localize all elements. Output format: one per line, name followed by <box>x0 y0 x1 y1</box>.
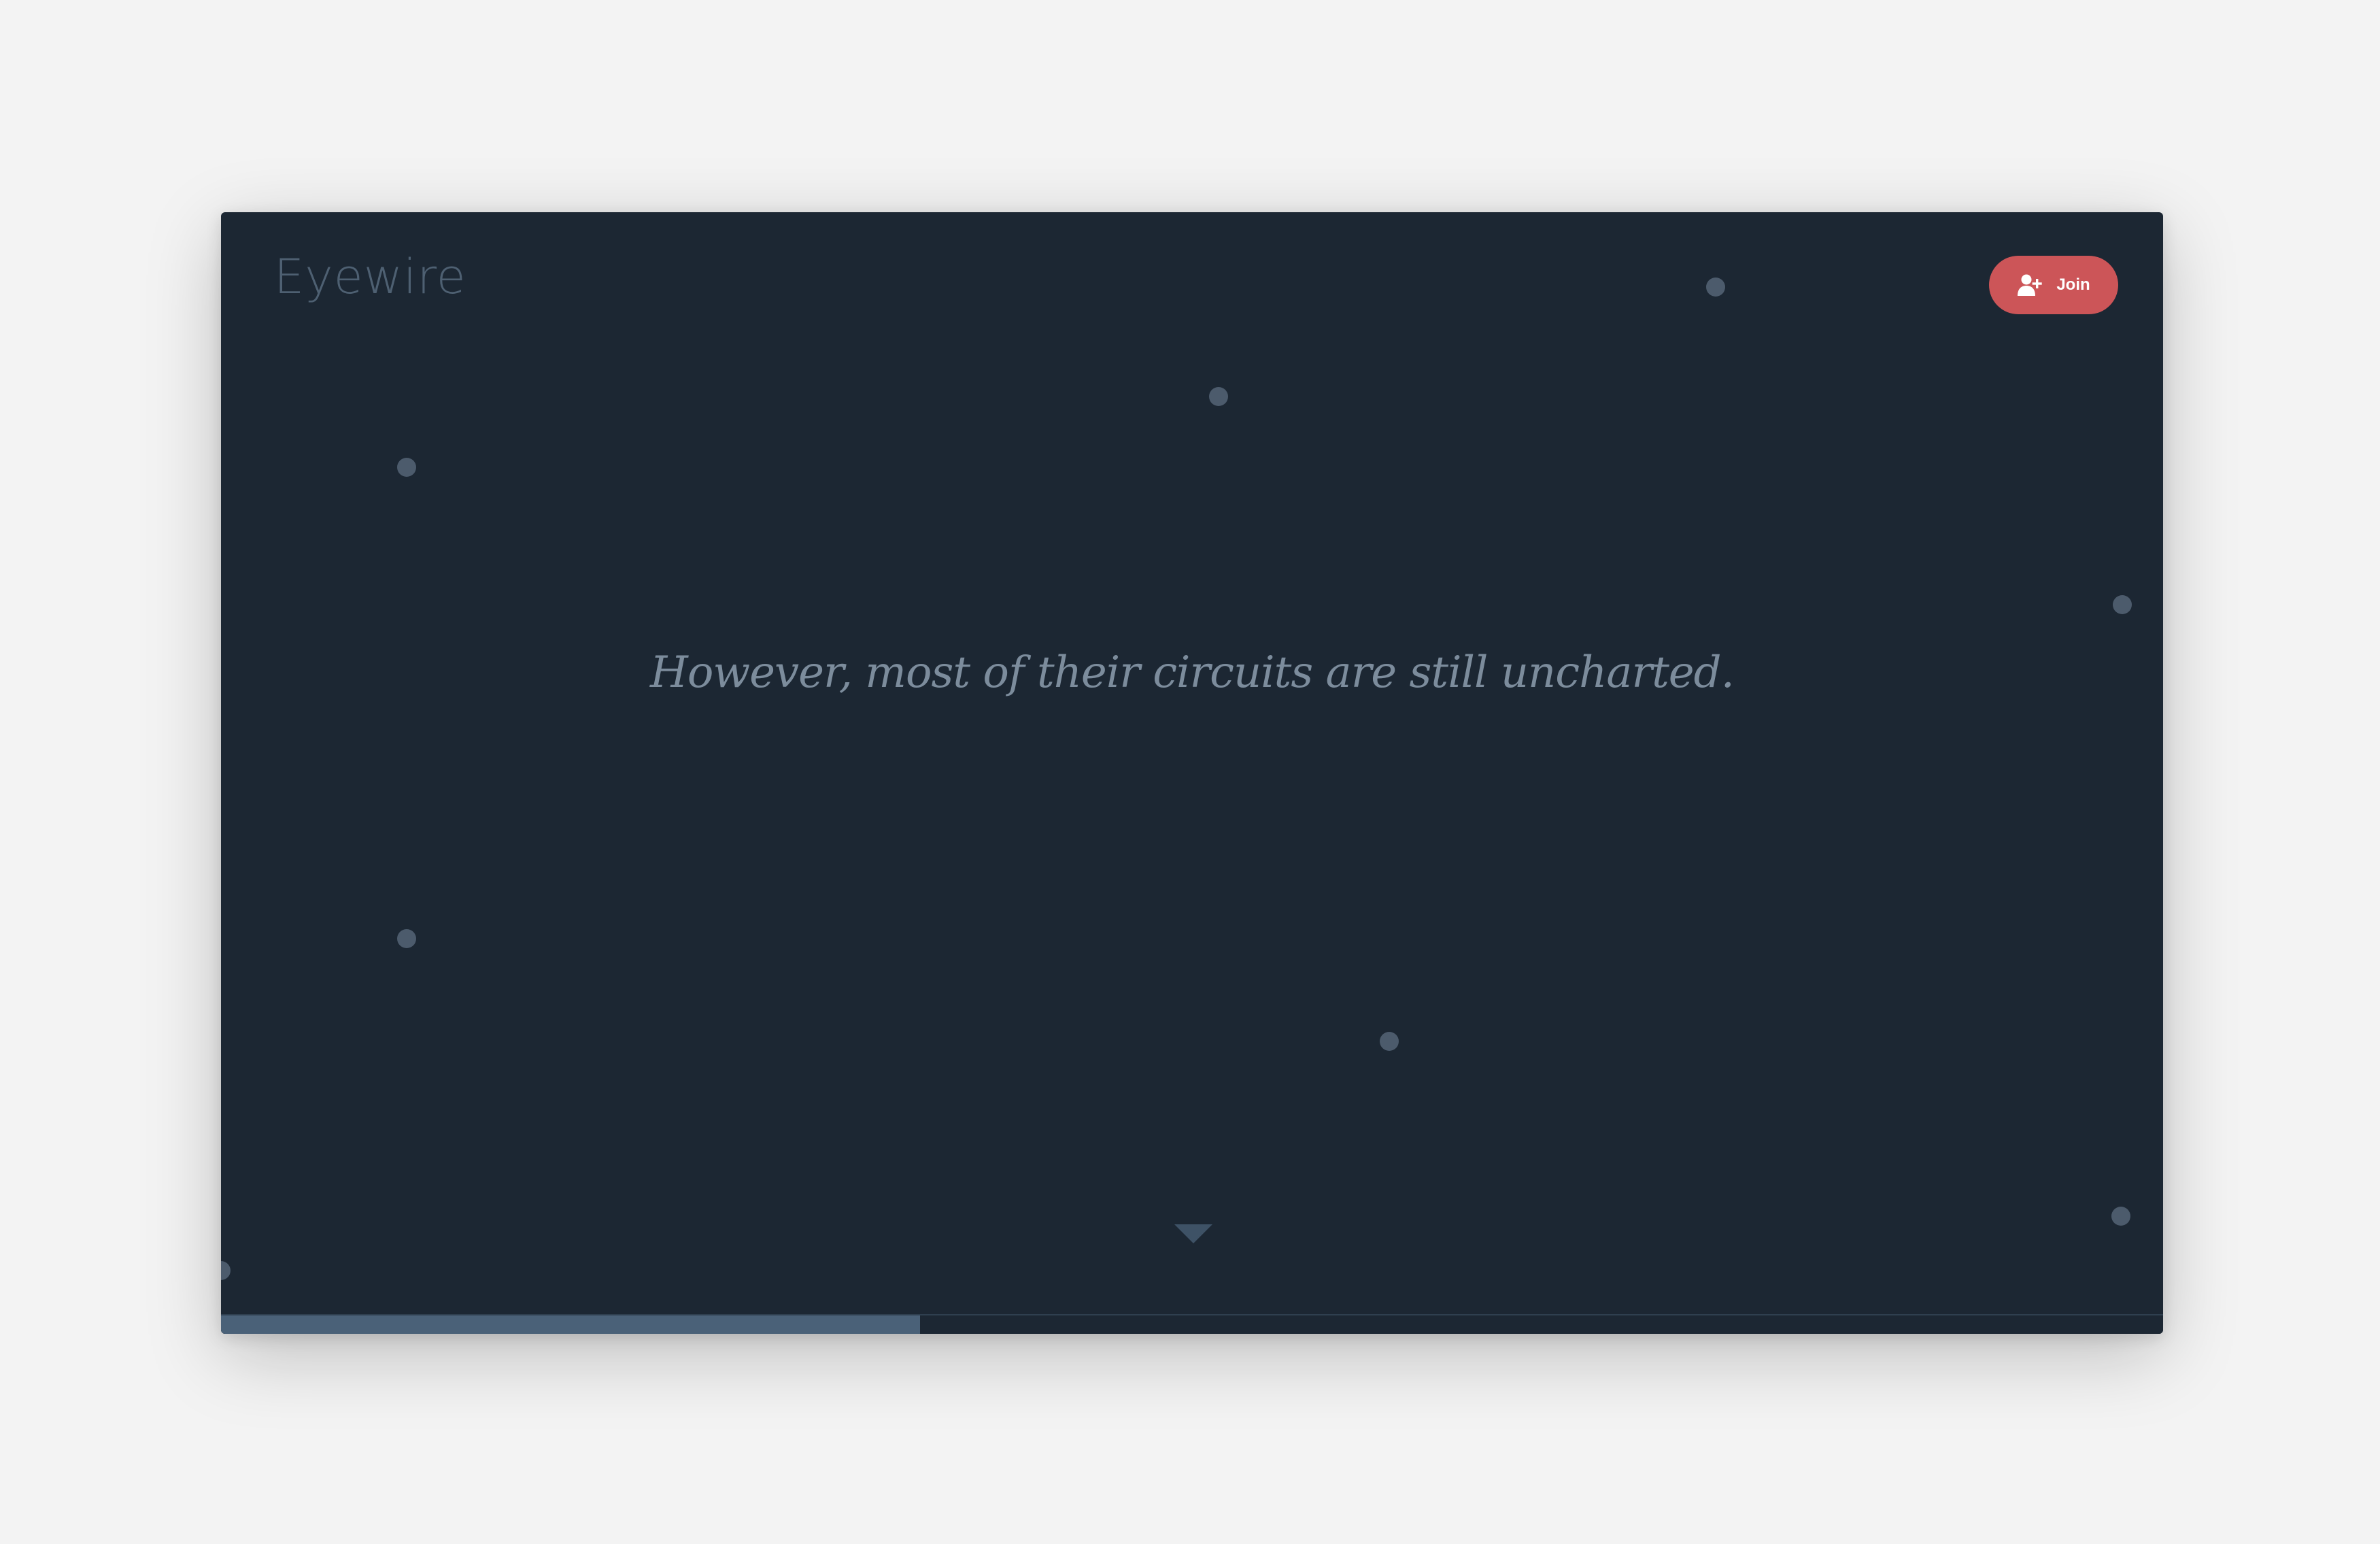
caret-down-icon[interactable] <box>1174 1224 1212 1248</box>
neuron-dot <box>1706 278 1725 297</box>
eyewire-logo[interactable]: Eyewire <box>274 253 466 301</box>
neuron-dot <box>1380 1032 1399 1051</box>
neuron-dot <box>397 929 416 948</box>
join-button-label: Join <box>2056 275 2090 294</box>
headline: However, most of their circuits are stil… <box>650 648 1735 698</box>
progress-bar <box>221 1314 2163 1334</box>
neuron-dot <box>2111 1207 2130 1226</box>
neuron-dot <box>397 458 416 477</box>
neuron-dot <box>221 1261 231 1280</box>
user-plus-icon <box>2017 273 2043 297</box>
eyewire-window: Eyewire Join However, most of their circ… <box>221 212 2163 1334</box>
join-button[interactable]: Join <box>1989 256 2118 314</box>
neuron-dot <box>2113 595 2132 614</box>
neuron-dot <box>1209 387 1228 406</box>
progress-fill <box>221 1315 921 1334</box>
